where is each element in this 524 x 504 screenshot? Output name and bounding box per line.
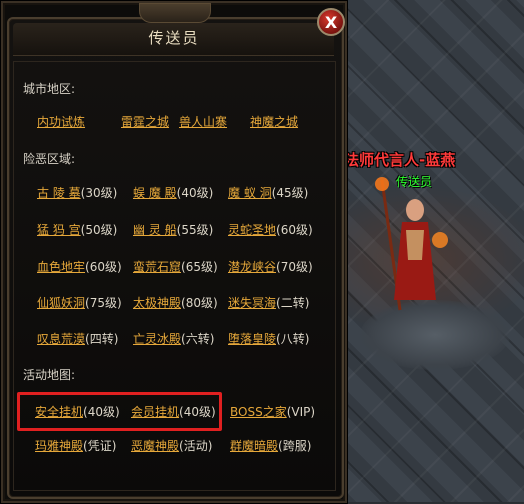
danger-map-link[interactable]: 仙狐妖洞(75级) bbox=[37, 295, 122, 311]
npc-character[interactable] bbox=[370, 170, 460, 320]
section-danger: 险恶区域: bbox=[23, 152, 76, 166]
danger-map-link[interactable]: 魔 蚁 洞(45级) bbox=[228, 185, 308, 201]
city-map-link[interactable]: 雷霆之城 bbox=[121, 114, 169, 130]
city-map-link[interactable]: 兽人山寨 bbox=[179, 114, 227, 130]
section-city: 城市地区: bbox=[23, 82, 76, 96]
danger-map-link[interactable]: 幽 灵 船(55级) bbox=[133, 222, 213, 238]
event-map-link[interactable]: 恶魔神殿(活动) bbox=[131, 438, 212, 454]
danger-map-link[interactable]: 迷失冥海(二转) bbox=[228, 295, 309, 311]
event-map-link[interactable]: BOSS之家(VIP) bbox=[230, 404, 315, 420]
event-map-link[interactable]: 会员挂机(40级) bbox=[131, 404, 216, 420]
close-button[interactable]: X bbox=[317, 8, 345, 36]
danger-map-link[interactable]: 太极神殿(80级) bbox=[133, 295, 218, 311]
danger-map-link[interactable]: 蛮荒石窟(65级) bbox=[133, 259, 218, 275]
danger-map-link[interactable]: 叹息荒漠(四转) bbox=[37, 331, 118, 347]
danger-map-link[interactable]: 堕落皇陵(八转) bbox=[228, 331, 309, 347]
npc-name[interactable]: 法师代言人-蓝燕 bbox=[344, 149, 455, 170]
dialog-ornament bbox=[139, 3, 211, 23]
section-event: 活动地图: bbox=[23, 368, 76, 382]
danger-map-link[interactable]: 古 陵 墓(30级) bbox=[37, 185, 117, 201]
danger-map-link[interactable]: 猛 犸 宫(50级) bbox=[37, 222, 117, 238]
danger-map-link[interactable]: 血色地牢(60级) bbox=[37, 259, 122, 275]
dialog-title: 传送员 bbox=[148, 29, 200, 47]
danger-map-link[interactable]: 灵蛇圣地(60级) bbox=[228, 222, 313, 238]
city-map-link[interactable]: 神魔之城 bbox=[250, 114, 298, 130]
danger-map-link[interactable]: 亡灵冰殿(六转) bbox=[133, 331, 214, 347]
danger-map-link[interactable]: 蜈 魔 殿(40级) bbox=[133, 185, 213, 201]
danger-map-link[interactable]: 潜龙峡谷(70级) bbox=[228, 259, 313, 275]
event-map-link[interactable]: 群魔暗殿(跨服) bbox=[230, 438, 311, 454]
event-map-link[interactable]: 玛雅神殿(凭证) bbox=[35, 438, 116, 454]
event-map-link[interactable]: 安全挂机(40级) bbox=[35, 404, 120, 420]
city-map-link[interactable]: 内功试炼 bbox=[37, 114, 85, 130]
teleport-dialog: 传送员 X 城市地区: 险恶区域: 活动地图: 内功试炼 雷霆之城 兽人山寨 神… bbox=[0, 0, 348, 504]
